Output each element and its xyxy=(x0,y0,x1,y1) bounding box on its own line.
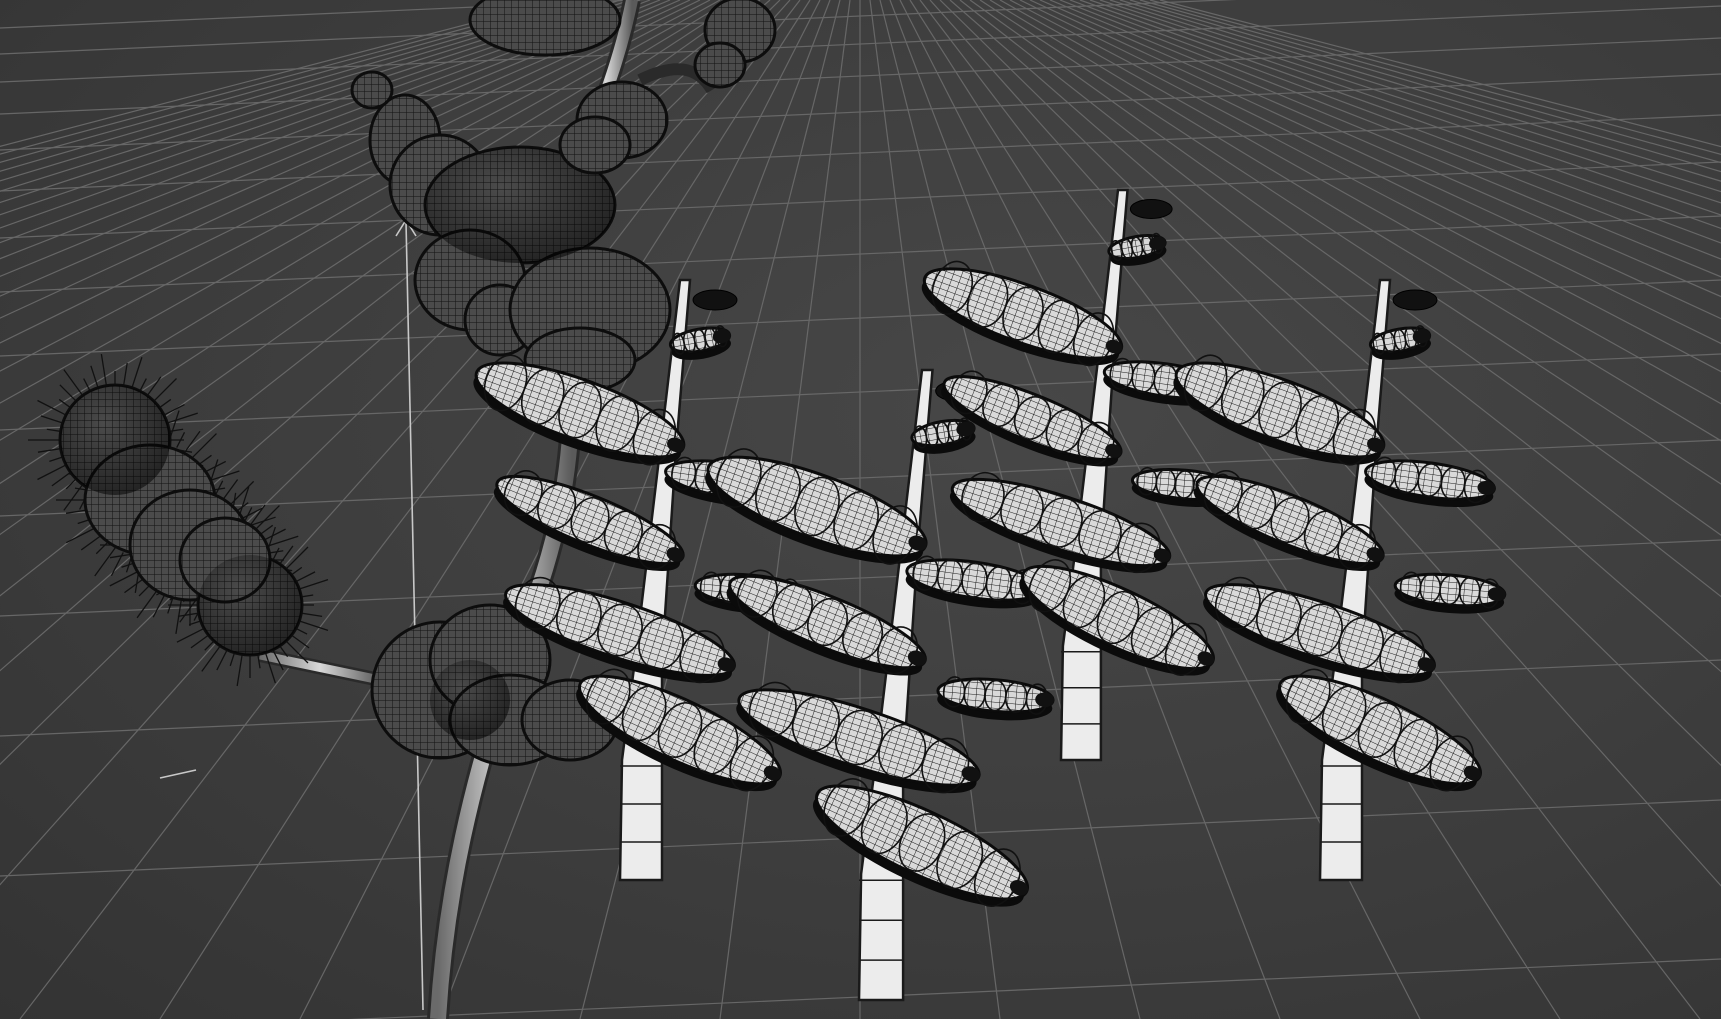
segmented-plant-model-2[interactable] xyxy=(695,368,1056,1002)
segmented-plant-model-3[interactable] xyxy=(912,188,1239,762)
3d-viewport[interactable] xyxy=(0,0,1721,1019)
segmented-plant-model-4[interactable] xyxy=(1164,278,1507,882)
